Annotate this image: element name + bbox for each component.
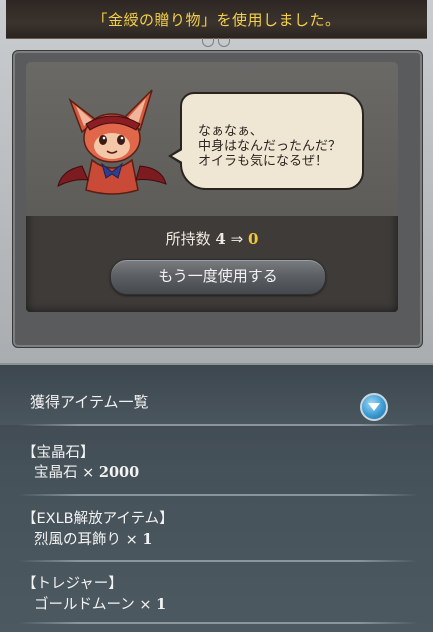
item-quantity: 2000 — [98, 464, 140, 481]
item-times: × — [125, 532, 138, 548]
item-category: 【トレジャー】 — [22, 576, 123, 592]
owned-count-row: 所持数 4 ⇒ 0 — [26, 228, 398, 249]
item-category: 【EXLB解放アイテム】 — [22, 511, 174, 527]
modal-title-bar: 「金綬の贈り物」を使用しました。 — [6, 0, 427, 39]
use-again-button[interactable]: もう一度使用する — [110, 259, 326, 295]
item-category: 【宝晶石】 — [22, 445, 95, 461]
item-quantity: 1 — [142, 531, 153, 548]
owned-count-label: 所持数 — [165, 230, 211, 248]
speech-bubble-tail-fill — [172, 149, 184, 163]
item-times: × — [82, 465, 95, 481]
collapse-button[interactable] — [360, 393, 388, 421]
divider — [18, 560, 418, 562]
speech-text: なぁなぁ、 中身はなんだったんだ？ オイラも気になるぜ！ — [198, 124, 342, 169]
modal-title: 「金綬の贈り物」を使用しました。 — [92, 11, 341, 29]
owned-count-arrow: ⇒ — [230, 230, 244, 248]
item-name: 烈風の耳飾り — [34, 532, 121, 548]
divider — [18, 622, 418, 624]
item-quantity: 1 — [156, 596, 167, 613]
item-entry: 烈風の耳飾り × 1 — [34, 528, 152, 549]
item-name: ゴールドムーン — [34, 597, 135, 613]
divider — [18, 494, 418, 496]
ornament-decoration — [196, 38, 236, 50]
item-entry: ゴールドムーン × 1 — [34, 593, 166, 614]
chevron-down-icon — [368, 403, 380, 411]
acquired-items-title: 獲得アイテム一覧 — [30, 393, 149, 411]
owned-count-before: 4 — [215, 230, 226, 248]
item-name: 宝晶石 — [34, 465, 78, 481]
character-portrait — [57, 89, 167, 195]
item-times: × — [139, 597, 152, 613]
owned-count-after: 0 — [247, 230, 259, 248]
item-entry: 宝晶石 × 2000 — [34, 461, 139, 482]
divider — [18, 424, 418, 426]
